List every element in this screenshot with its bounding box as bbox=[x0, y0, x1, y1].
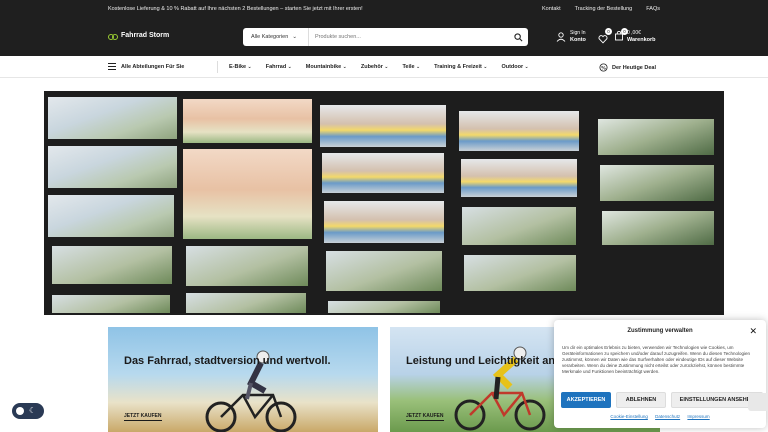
promo-card-city-bike[interactable]: Das Fahrrad, stadtversion und wertvoll. … bbox=[108, 327, 378, 432]
hero-tile bbox=[52, 295, 170, 313]
category-nav: Alle Abteilungen Für Sie E-Bike Fahrrad … bbox=[0, 56, 768, 78]
hero-tile bbox=[324, 201, 444, 243]
account-link[interactable]: Sign In Konto bbox=[556, 30, 586, 44]
site-logo[interactable]: Fahrrad Storm bbox=[108, 32, 170, 40]
accept-button[interactable]: AKZEPTIEREN bbox=[561, 392, 611, 408]
shop-now-link[interactable]: JETZT KAUFEN bbox=[406, 413, 444, 421]
shop-now-link[interactable]: JETZT KAUFEN bbox=[124, 413, 162, 421]
nav-menu: E-Bike Fahrrad Mountainbike Zubehör Teil… bbox=[229, 64, 529, 70]
link-faqs[interactable]: FAQs bbox=[646, 6, 660, 12]
search-category-select[interactable]: Alle Kategorien ⌄ bbox=[243, 28, 309, 46]
imprint-link[interactable]: Impressum bbox=[687, 414, 709, 419]
hero-tile bbox=[462, 207, 576, 245]
nav-item-training[interactable]: Training & Freizeit bbox=[434, 64, 487, 70]
close-icon[interactable]: ✕ bbox=[749, 326, 757, 337]
account-signin-text: Sign In bbox=[570, 30, 586, 36]
side-edge-tab[interactable] bbox=[748, 393, 768, 411]
hero-tile bbox=[183, 99, 312, 143]
nav-item-fahrrad[interactable]: Fahrrad bbox=[266, 64, 292, 70]
hero-tile bbox=[183, 149, 312, 239]
hero-tile bbox=[461, 159, 577, 197]
hero-tile bbox=[464, 255, 576, 291]
daily-deal-label: Der Heutige Deal bbox=[612, 64, 657, 71]
cookie-dialog-buttons: AKZEPTIEREN ABLEHNEN EINSTELLUNGEN ANSEH… bbox=[561, 392, 763, 408]
link-order-tracking[interactable]: Tracking der Bestellung bbox=[575, 6, 633, 12]
svg-text:%: % bbox=[601, 65, 606, 71]
privacy-link[interactable]: Datenschutz bbox=[655, 414, 680, 419]
nav-item-teile[interactable]: Teile bbox=[402, 64, 420, 70]
hero-tile bbox=[598, 119, 714, 155]
nav-item-outdoor[interactable]: Outdoor bbox=[501, 64, 528, 70]
nav-divider bbox=[217, 61, 218, 73]
hero-tile bbox=[328, 301, 440, 313]
dark-mode-toggle[interactable]: ☾ bbox=[12, 403, 44, 419]
account-label: Konto bbox=[570, 37, 586, 43]
moon-icon: ☾ bbox=[29, 406, 37, 415]
wishlist-button[interactable]: 0 bbox=[598, 28, 612, 49]
hero-banner[interactable] bbox=[44, 91, 724, 315]
nav-item-zubehoer[interactable]: Zubehör bbox=[361, 64, 389, 70]
cart-count-badge: 0 bbox=[621, 27, 628, 35]
cart-button[interactable]: 0 0 ,00€ Warenkorb bbox=[614, 27, 656, 44]
toggle-knob bbox=[16, 407, 24, 415]
cookie-dialog-text: Um dir ein optimales Erlebnis zu bieten,… bbox=[562, 345, 750, 374]
search-button[interactable] bbox=[508, 28, 528, 46]
hero-tile bbox=[48, 195, 174, 237]
all-departments-label: Alle Abteilungen Für Sie bbox=[121, 63, 185, 70]
decline-button[interactable]: ABLEHNEN bbox=[616, 392, 666, 408]
hero-tile bbox=[322, 153, 444, 193]
chevron-down-icon: ⌄ bbox=[292, 34, 297, 40]
hero-tile bbox=[320, 105, 446, 147]
top-announcement-bar: Kostenlose Lieferung & 10 % Rabatt auf I… bbox=[0, 0, 768, 18]
hero-tile bbox=[48, 97, 177, 139]
promo-text: Kostenlose Lieferung & 10 % Rabatt auf I… bbox=[108, 6, 363, 12]
all-departments-button[interactable]: Alle Abteilungen Für Sie bbox=[108, 63, 184, 70]
top-links: Kontakt Tracking der Bestellung FAQs bbox=[542, 6, 660, 12]
search-category-label: Alle Kategorien bbox=[251, 34, 289, 40]
promo-card-title: Das Fahrrad, stadtversion und wertvoll. bbox=[124, 355, 331, 367]
search-bar: Alle Kategorien ⌄ bbox=[243, 28, 528, 46]
deal-tag-icon: % bbox=[599, 63, 608, 72]
hero-tile bbox=[186, 246, 308, 286]
search-icon bbox=[513, 32, 522, 41]
bike-logo-icon bbox=[108, 32, 118, 40]
hero-tile bbox=[602, 211, 714, 245]
heart-icon bbox=[598, 35, 608, 44]
nav-item-ebike[interactable]: E-Bike bbox=[229, 64, 252, 70]
hero-tile bbox=[459, 111, 579, 151]
cookie-dialog-links: Cookie-Einstellung Datenschutz Impressum bbox=[554, 414, 766, 419]
cart-label: Warenkorb bbox=[627, 37, 656, 43]
hero-tile bbox=[326, 251, 442, 291]
logo-text: Fahrrad Storm bbox=[121, 32, 170, 39]
daily-deal-link[interactable]: % Der Heutige Deal bbox=[599, 63, 656, 72]
link-contact[interactable]: Kontakt bbox=[542, 6, 561, 12]
user-icon bbox=[556, 32, 566, 42]
search-input[interactable] bbox=[309, 34, 508, 40]
hero-tile bbox=[48, 146, 177, 188]
cart-icon-wrap: 0 bbox=[614, 27, 628, 44]
nav-item-mountainbike[interactable]: Mountainbike bbox=[306, 64, 347, 70]
cookie-dialog-title: Zustimmung verwalten bbox=[627, 328, 693, 334]
hero-tile bbox=[600, 165, 714, 201]
cookie-consent-dialog: Zustimmung verwalten ✕ Um dir ein optima… bbox=[554, 320, 766, 428]
cookie-settings-link[interactable]: Cookie-Einstellung bbox=[610, 414, 648, 419]
main-header: Fahrrad Storm Alle Kategorien ⌄ Sign In … bbox=[0, 18, 768, 56]
cart-total: 0 ,00€ bbox=[627, 30, 641, 36]
hero-tile bbox=[52, 246, 172, 284]
hero-tile bbox=[186, 293, 306, 313]
wishlist-count-badge: 0 bbox=[605, 28, 612, 35]
hamburger-menu-icon bbox=[108, 63, 116, 70]
